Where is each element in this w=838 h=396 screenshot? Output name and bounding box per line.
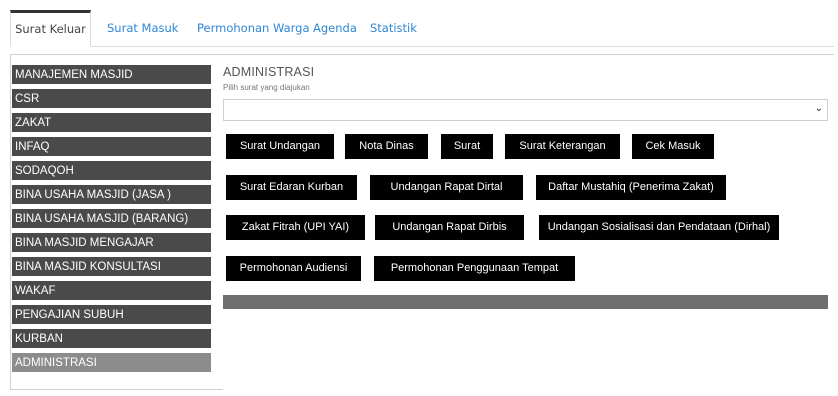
tab-bar: Surat Keluar Surat Masuk Permohonan Warg… [10,10,834,47]
permohonan-audiensi-button[interactable]: Permohonan Audiensi [226,256,361,281]
main-panel: MANAJEMEN MASJID CSR ZAKAT INFAQ SODAQOH… [10,54,835,391]
sidebar-item-bina-masjid-konsultasi[interactable]: BINA MASJID KONSULTASI [12,257,211,278]
sidebar-item-csr[interactable]: CSR [12,89,211,110]
zakat-fitrah-button[interactable]: Zakat Fitrah (UPI YAI) [226,215,365,240]
sidebar-item-administrasi[interactable]: ADMINISTRASI [12,353,211,374]
sidebar-item-manajemen-masjid[interactable]: MANAJEMEN MASJID [12,65,211,86]
undangan-rapat-dirtal-button[interactable]: Undangan Rapat Dirtal [370,175,523,200]
daftar-mustahiq-button[interactable]: Daftar Mustahiq (Penerima Zakat) [536,175,726,200]
page-title: ADMINISTRASI [223,65,315,79]
letter-type-select[interactable]: ⌄ [223,99,828,121]
tab-statistik[interactable]: Statistik [370,10,417,46]
nota-dinas-button[interactable]: Nota Dinas [345,134,428,159]
tab-surat-masuk[interactable]: Surat Masuk [107,10,178,46]
sidebar-item-infaq[interactable]: INFAQ [12,137,211,158]
tab-agenda[interactable]: Agenda [313,10,357,46]
sidebar-item-zakat[interactable]: ZAKAT [12,113,211,134]
surat-keterangan-button[interactable]: Surat Keterangan [505,134,620,159]
tab-surat-keluar[interactable]: Surat Keluar [10,10,91,47]
tab-permohonan-warga[interactable]: Permohonan Warga [197,10,310,46]
sidebar-item-bina-masjid-mengajar[interactable]: BINA MASJID MENGAJAR [12,233,211,254]
sidebar-item-kurban[interactable]: KURBAN [12,329,211,350]
content-area: ADMINISTRASI Pilih surat yang diajukan ⌄… [223,55,835,391]
undangan-sosialisasi-button[interactable]: Undangan Sosialisasi dan Pendataan (Dirh… [539,215,779,240]
sidebar-item-wakaf[interactable]: WAKAF [12,281,211,302]
permohonan-penggunaan-tempat-button[interactable]: Permohonan Penggunaan Tempat [374,256,575,281]
divider-bar [223,295,828,309]
sidebar-item-sodaqoh[interactable]: SODAQOH [12,161,211,182]
page-subtitle: Pilih surat yang diajukan [223,83,310,92]
sidebar-item-pengajian-subuh[interactable]: PENGAJIAN SUBUH [12,305,211,326]
sidebar-item-bina-usaha-jasa[interactable]: BINA USAHA MASJID (JASA ) [12,185,211,206]
cek-masuk-button[interactable]: Cek Masuk [632,134,714,159]
undangan-rapat-dirbis-button[interactable]: Undangan Rapat Dirbis [375,215,524,240]
chevron-down-icon[interactable]: ⌄ [815,103,823,114]
surat-undangan-button[interactable]: Surat Undangan [226,134,334,159]
surat-button[interactable]: Surat [441,134,493,159]
sidebar-item-bina-usaha-barang[interactable]: BINA USAHA MASJID (BARANG) [12,209,211,230]
surat-edaran-kurban-button[interactable]: Surat Edaran Kurban [226,175,357,200]
